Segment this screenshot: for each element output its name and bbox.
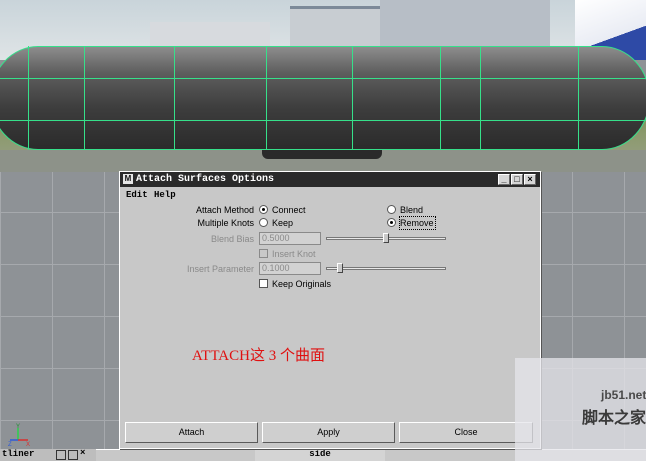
multiple-knots-remove-label[interactable]: Remove: [400, 218, 434, 228]
maya-logo-icon: M: [123, 174, 133, 184]
outliner-tab-label: tliner: [2, 449, 35, 459]
isoparm-line: [440, 46, 441, 150]
keep-originals-label[interactable]: Keep Originals: [272, 279, 331, 289]
insert-knot-label: Insert Knot: [272, 249, 316, 259]
isoparm-line: [352, 46, 353, 150]
attach-surfaces-options-dialog: M Attach Surfaces Options _ □ × Edit Hel…: [119, 171, 541, 449]
close-window-button[interactable]: ×: [524, 174, 536, 185]
blend-bias-slider-thumb[interactable]: [383, 233, 389, 243]
axis-y-label: Y: [16, 424, 20, 430]
blend-bias-field[interactable]: 0.5000: [259, 232, 321, 245]
watermark-url: jb51.net: [601, 388, 646, 402]
attach-method-blend-label[interactable]: Blend: [400, 205, 423, 215]
attach-method-connect-label[interactable]: Connect: [272, 205, 306, 215]
dialog-title: Attach Surfaces Options: [136, 174, 275, 185]
outliner-panel-tab[interactable]: tliner ×: [0, 448, 96, 461]
insert-parameter-slider-thumb[interactable]: [337, 263, 344, 273]
multiple-knots-remove-radio[interactable]: [387, 218, 396, 227]
blend-bias-label: Blend Bias: [210, 234, 254, 244]
isoparm-line: [0, 78, 646, 79]
axis-x-label: X: [26, 442, 30, 446]
isoparm-line: [174, 46, 175, 150]
minimize-button[interactable]: _: [498, 174, 510, 185]
isoparm-line: [480, 46, 481, 150]
axis-gizmo-icon: Y Z X: [8, 424, 30, 446]
attach-button[interactable]: Attach: [125, 422, 258, 443]
maximize-icon[interactable]: [68, 450, 78, 460]
isoparm-line: [0, 120, 646, 121]
multiple-knots-keep-radio[interactable]: [259, 218, 268, 227]
close-icon[interactable]: ×: [80, 448, 85, 458]
dialog-titlebar[interactable]: M Attach Surfaces Options _ □ ×: [120, 172, 540, 187]
menu-help[interactable]: Help: [154, 190, 176, 200]
isoparm-line: [84, 46, 85, 150]
nurbs-fuselage-surface[interactable]: [0, 46, 646, 150]
attach-method-label: Attach Method: [195, 205, 254, 215]
insert-parameter-label: Insert Parameter: [186, 264, 254, 274]
close-button[interactable]: Close: [399, 422, 533, 443]
dialog-menubar: Edit Help: [120, 188, 540, 202]
background-building: [380, 0, 550, 50]
restore-icon[interactable]: [56, 450, 66, 460]
watermark: jb51.net 脚本之家: [515, 358, 646, 461]
watermark-site-name: 脚本之家: [582, 408, 646, 427]
annotation-text: ATTACH这 3 个曲面: [192, 348, 325, 364]
keep-originals-checkbox[interactable]: [259, 279, 268, 288]
insert-knot-checkbox[interactable]: [259, 249, 268, 258]
maximize-button[interactable]: □: [511, 174, 523, 185]
attach-method-blend-radio[interactable]: [387, 205, 396, 214]
isoparm-line: [28, 46, 29, 150]
attach-method-connect-radio[interactable]: [259, 205, 268, 214]
insert-parameter-field[interactable]: 0.1000: [259, 262, 321, 275]
isoparm-line: [578, 46, 579, 150]
multiple-knots-label: Multiple Knots: [197, 218, 254, 228]
multiple-knots-keep-label[interactable]: Keep: [272, 218, 293, 228]
isoparm-line: [266, 46, 267, 150]
menu-edit[interactable]: Edit: [126, 190, 148, 200]
apply-button[interactable]: Apply: [262, 422, 395, 443]
axis-z-label: Z: [8, 442, 12, 446]
side-panel-tab[interactable]: side: [255, 449, 385, 461]
insert-parameter-slider[interactable]: [326, 267, 446, 270]
